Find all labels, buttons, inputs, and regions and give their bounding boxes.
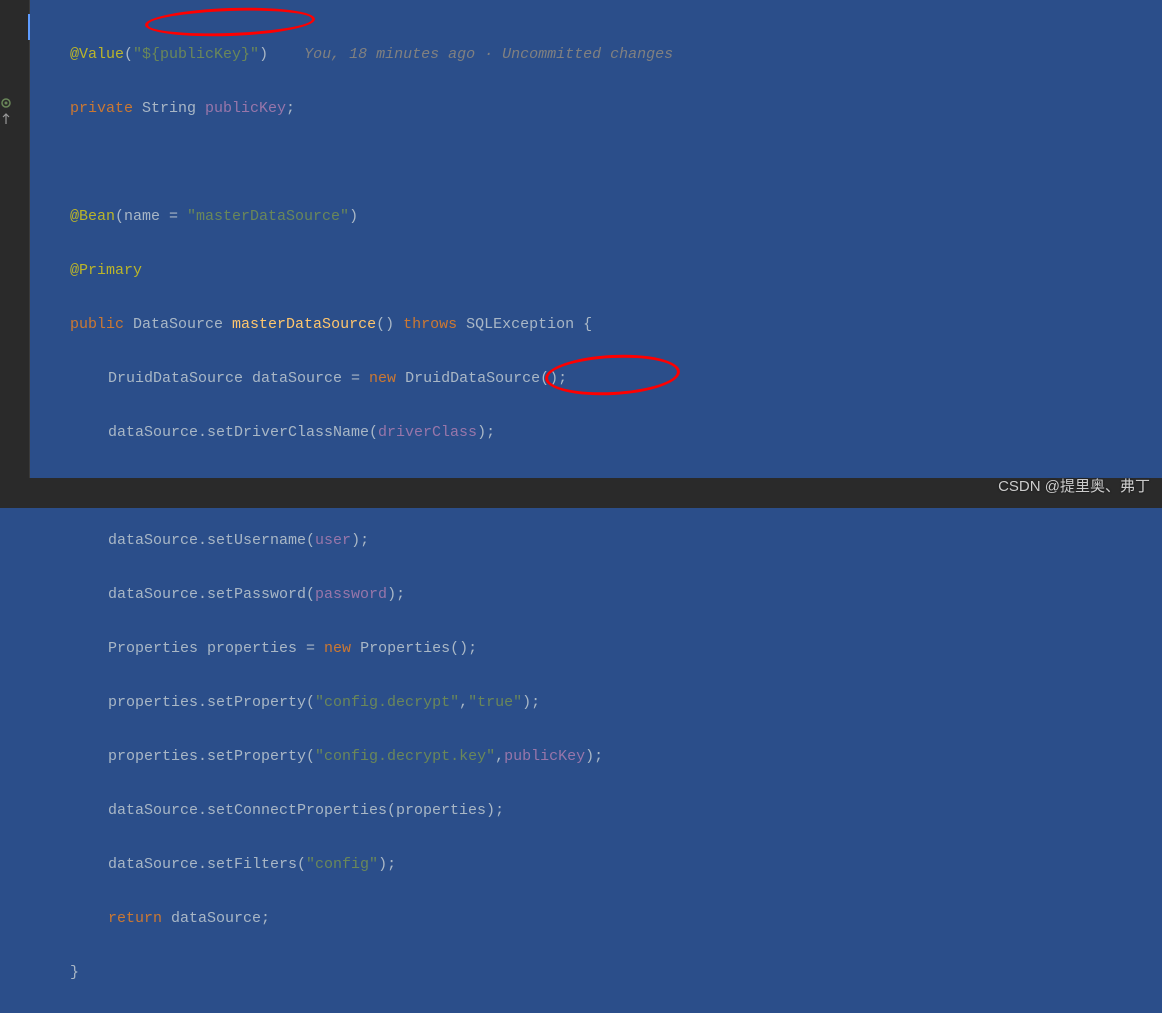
git-blame-annotation: You, 18 minutes ago · Uncommitted change…	[268, 41, 673, 68]
vcs-marker-icon	[0, 108, 12, 120]
code-editor[interactable]: @Value("${publicKey}") You, 18 minutes a…	[30, 0, 1162, 478]
editor-gutter	[0, 0, 30, 508]
watermark-text: CSDN @提里奥、弗丁	[998, 473, 1150, 500]
status-bar	[0, 478, 1162, 508]
vcs-marker-icon	[0, 92, 12, 104]
annotation: @Value	[70, 41, 124, 68]
